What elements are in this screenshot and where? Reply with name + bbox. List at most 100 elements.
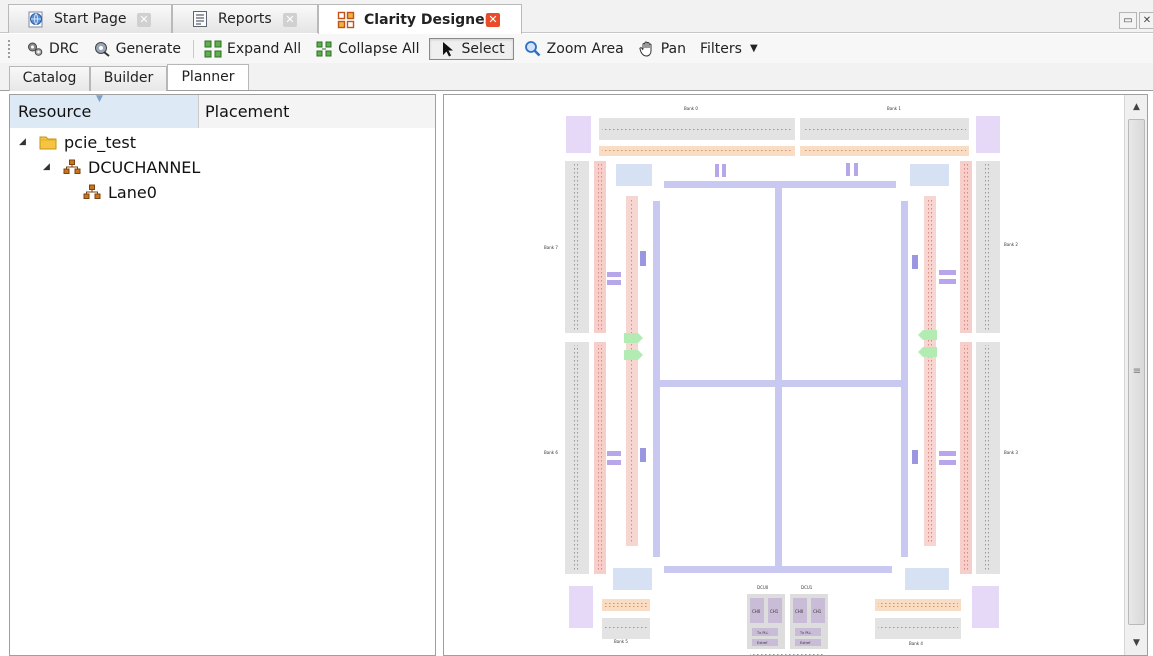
filters-dropdown[interactable]: Filters ▼ [696, 38, 762, 60]
close-tab-reports-icon[interactable]: ✕ [283, 13, 297, 27]
dcu0-extref-label: Extref [757, 641, 768, 645]
generate-label: Generate [115, 40, 181, 57]
collapse-triangle-icon[interactable]: ◢ [43, 162, 53, 172]
hierarchy-icon [83, 184, 101, 200]
tree-row-pcie-test[interactable]: ◢ pcie_test [19, 130, 136, 154]
expand-all-button[interactable]: Expand All [200, 38, 305, 60]
dcc-block[interactable] [624, 350, 643, 360]
io-pad-column [574, 164, 578, 330]
io-pad-row [803, 127, 966, 131]
tab-start-page-label: Start Page [54, 11, 127, 27]
tree-row-label: pcie_test [64, 132, 136, 152]
routing-channel [664, 181, 896, 188]
clock-mux-block[interactable] [607, 460, 621, 465]
pan-button[interactable]: Pan [634, 38, 690, 60]
routing-channel [901, 201, 908, 557]
expand-all-icon [204, 40, 222, 58]
dqs-block[interactable] [854, 163, 858, 176]
filters-label: Filters [699, 40, 742, 57]
close-window-button[interactable]: ✕ [1139, 12, 1153, 29]
clock-mux-block[interactable] [607, 280, 621, 285]
select-tool-button[interactable]: Select [429, 37, 514, 60]
pll-block[interactable] [613, 568, 652, 590]
collapse-all-icon [315, 40, 333, 58]
tree-header: ▼ Resource Placement [10, 94, 435, 128]
bank-2-label: Bank 2 [1004, 242, 1018, 247]
dcc-block[interactable] [918, 330, 937, 340]
magnifier-icon [524, 40, 542, 58]
dcc-block[interactable] [918, 347, 937, 357]
scroll-down-arrow-icon[interactable]: ▼ [1125, 633, 1147, 653]
clock-mux-block[interactable] [939, 270, 956, 275]
dqs-block[interactable] [846, 163, 850, 176]
tab-reports[interactable]: Reports ✕ [172, 4, 318, 33]
report-icon [191, 10, 209, 28]
tree-row-dcuchannel[interactable]: ◢ DCUCHANNEL [43, 155, 200, 179]
clock-block[interactable] [912, 255, 918, 269]
clock-mux-block[interactable] [939, 279, 956, 284]
clock-mux-block[interactable] [939, 451, 956, 456]
scroll-thumb[interactable]: ≡ [1128, 119, 1145, 625]
vertical-scrollbar[interactable]: ▲ ≡ ▼ [1124, 95, 1147, 655]
drc-gears-icon [26, 40, 44, 58]
grip-lines-icon: ≡ [1132, 366, 1142, 377]
io-pad-row [803, 149, 966, 153]
tab-catalog[interactable]: Catalog [9, 66, 90, 91]
io-pad-row [605, 626, 647, 630]
planner-canvas[interactable]: Bank 0 Bank 1 Bank 7 Bank 6 Bank 2 Bank … [443, 94, 1148, 656]
dcu0-txpll-label: Tx PLL [756, 631, 768, 635]
expand-all-label: Expand All [226, 40, 302, 57]
generate-button[interactable]: Generate [89, 38, 185, 60]
resource-tree-panel: ▼ Resource Placement ◢ pcie_test ◢ DCUCH… [9, 94, 436, 656]
clock-block[interactable] [640, 251, 646, 266]
bank-7-label: Bank 7 [544, 245, 558, 250]
close-tab-start-page-icon[interactable]: ✕ [137, 13, 151, 27]
pll-block[interactable] [910, 164, 949, 186]
toolbar-grip[interactable] [8, 39, 12, 58]
dcu1-extref-label: Extref [800, 641, 811, 645]
io-pad-column [964, 345, 968, 571]
corner-block[interactable] [972, 586, 999, 628]
drc-button[interactable]: DRC [22, 38, 83, 60]
bank-1-label: Bank 1 [887, 106, 901, 111]
dcu1-ch1-label: CH1 [813, 609, 822, 614]
tree-row-lane0[interactable]: Lane0 [83, 180, 157, 204]
dcu1-ch0-label: CH0 [795, 609, 804, 614]
clock-mux-block[interactable] [607, 451, 621, 456]
document-tab-bar: Start Page ✕ Reports ✕ Clarity Designer … [0, 0, 1153, 34]
clock-block[interactable] [640, 448, 646, 462]
tab-builder[interactable]: Builder [90, 66, 167, 91]
dcc-block[interactable] [624, 333, 643, 343]
tab-planner[interactable]: Planner [167, 64, 249, 90]
clock-mux-block[interactable] [939, 460, 956, 465]
io-pad-column [598, 345, 602, 571]
dqs-block[interactable] [715, 164, 719, 177]
io-pad-column [985, 164, 989, 330]
close-tab-clarity-designer-icon[interactable]: ✕ [486, 13, 500, 27]
pll-block[interactable] [616, 164, 652, 186]
dqs-block[interactable] [722, 164, 726, 177]
arrow-cursor-icon [438, 40, 456, 58]
collapse-all-label: Collapse All [338, 40, 420, 57]
column-header-resource-label: Resource [18, 102, 92, 121]
io-pad-column [574, 345, 578, 571]
scroll-up-arrow-icon[interactable]: ▲ [1125, 97, 1147, 117]
clarity-designer-icon [337, 11, 355, 29]
collapse-all-button[interactable]: Collapse All [311, 38, 423, 60]
clock-block[interactable] [912, 450, 918, 464]
corner-block[interactable] [976, 116, 1000, 153]
column-header-placement[interactable]: Placement [199, 95, 435, 128]
zoom-area-button[interactable]: Zoom Area [520, 38, 628, 60]
corner-block[interactable] [566, 116, 591, 153]
tab-clarity-designer[interactable]: Clarity Designer ✕ [318, 4, 522, 34]
device-floorplan[interactable]: Bank 0 Bank 1 Bank 7 Bank 6 Bank 2 Bank … [444, 95, 1124, 656]
clock-mux-block[interactable] [607, 272, 621, 277]
tab-start-page[interactable]: Start Page ✕ [8, 4, 172, 33]
collapse-triangle-icon[interactable]: ◢ [19, 137, 29, 147]
dcu1-label: DCU1 [801, 585, 813, 590]
corner-block[interactable] [569, 586, 593, 628]
restore-window-button[interactable]: ▭ [1119, 12, 1137, 29]
column-header-resource[interactable]: ▼ Resource [10, 94, 199, 128]
pll-block[interactable] [905, 568, 949, 590]
drc-label: DRC [49, 40, 79, 57]
